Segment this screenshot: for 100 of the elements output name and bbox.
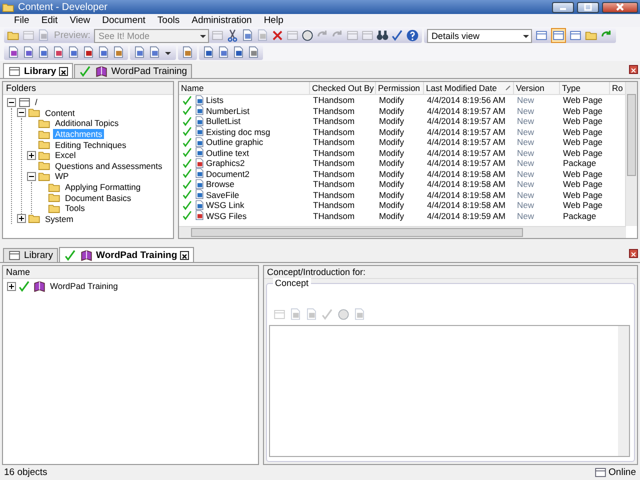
menu-item[interactable]: Administration bbox=[186, 15, 258, 26]
table-cell[interactable]: BulletList bbox=[179, 116, 310, 126]
web-page-icon bbox=[194, 136, 205, 148]
copy-icon[interactable] bbox=[241, 29, 254, 42]
table-cell[interactable]: WSG Link bbox=[179, 200, 310, 210]
column-header[interactable]: Type bbox=[560, 82, 610, 95]
table-cell[interactable]: Lists bbox=[179, 95, 310, 106]
folder-item[interactable]: Additional Topics bbox=[53, 118, 121, 128]
table-cell-text: Modify bbox=[378, 95, 406, 106]
close-button[interactable] bbox=[602, 2, 638, 12]
folder-item[interactable]: Excel bbox=[53, 150, 78, 160]
table-cell[interactable]: NumberList bbox=[179, 106, 310, 116]
tab[interactable]: Library bbox=[3, 63, 74, 78]
vertical-scrollbar[interactable] bbox=[625, 82, 637, 226]
expand-toggle[interactable] bbox=[27, 150, 36, 160]
document-icon[interactable] bbox=[67, 46, 80, 59]
document-icon[interactable] bbox=[22, 46, 35, 59]
help-icon[interactable] bbox=[406, 29, 420, 42]
tab[interactable]: WordPad Training bbox=[74, 64, 192, 78]
layout-button[interactable] bbox=[551, 28, 566, 43]
document-icon[interactable] bbox=[7, 46, 20, 59]
table-cell[interactable]: Existing doc msg bbox=[179, 126, 310, 137]
column-header[interactable]: Permission bbox=[376, 82, 424, 95]
column-header: Folders bbox=[3, 82, 173, 95]
table-cell[interactable]: WSG Files bbox=[179, 210, 310, 221]
table-cell-text: Modify bbox=[378, 200, 406, 210]
folder-item[interactable]: System bbox=[43, 214, 76, 224]
table-cell[interactable]: Graphics2 bbox=[179, 158, 310, 168]
table-cell-text: Package bbox=[562, 210, 598, 221]
column-header[interactable]: Last Modified Date bbox=[424, 82, 514, 95]
check-icon bbox=[182, 147, 193, 158]
menu-item[interactable]: Tools bbox=[151, 15, 186, 26]
document-icon[interactable] bbox=[247, 46, 260, 59]
folder-item[interactable]: Editing Techniques bbox=[53, 140, 128, 150]
check-icon bbox=[182, 178, 193, 190]
document-icon[interactable] bbox=[181, 46, 194, 59]
table-cell-text: THandsom bbox=[312, 148, 356, 158]
table-cell[interactable]: Outline graphic bbox=[179, 137, 310, 148]
expand-toggle[interactable] bbox=[7, 98, 16, 107]
menu-item[interactable]: Help bbox=[258, 15, 290, 26]
minimize-button[interactable] bbox=[552, 2, 574, 12]
tab[interactable]: WordPad Training bbox=[59, 247, 194, 262]
table-cell-text: 4/4/2014 8:19:57 AM bbox=[426, 126, 506, 137]
folder-item[interactable]: / bbox=[33, 97, 40, 108]
outline-item[interactable]: WordPad Training bbox=[48, 281, 120, 292]
folder-item[interactable]: Applying Formatting bbox=[63, 182, 143, 192]
expand-toggle[interactable] bbox=[27, 172, 36, 181]
table-cell-text: 4/4/2014 8:19:58 AM bbox=[426, 200, 506, 210]
table-cell-text: Web Page bbox=[562, 106, 604, 116]
column-header[interactable]: Ro bbox=[610, 82, 626, 95]
close-pane-button[interactable] bbox=[629, 65, 638, 74]
table-cell-text: New bbox=[516, 95, 536, 106]
menu-item[interactable]: Edit bbox=[35, 15, 64, 26]
menu-item[interactable]: View bbox=[64, 15, 96, 26]
scissors-icon[interactable] bbox=[226, 29, 240, 42]
expand-toggle[interactable] bbox=[17, 108, 26, 118]
close-tab-button[interactable] bbox=[180, 250, 190, 260]
tab[interactable]: Library bbox=[3, 248, 58, 262]
binoculars-icon[interactable] bbox=[376, 29, 390, 42]
document-icon[interactable] bbox=[97, 46, 110, 59]
maximize-button[interactable] bbox=[577, 2, 599, 12]
table-cell-text: Modify bbox=[378, 210, 406, 221]
folder-item[interactable]: Questions and Assessments bbox=[53, 160, 164, 171]
folder-item[interactable]: Content bbox=[43, 108, 77, 118]
table-cell[interactable]: SaveFile bbox=[179, 190, 310, 200]
open-folder-icon[interactable] bbox=[7, 29, 20, 42]
layout-button[interactable] bbox=[534, 28, 550, 43]
document-icon[interactable] bbox=[82, 46, 95, 59]
folder-item[interactable]: Document Basics bbox=[63, 192, 134, 203]
table-cell[interactable]: Document2 bbox=[179, 168, 310, 179]
expand-toggle[interactable] bbox=[7, 282, 16, 291]
table-cell-text: THandsom bbox=[312, 126, 356, 137]
expand-toggle[interactable] bbox=[17, 214, 26, 224]
table-cell[interactable]: Browse bbox=[179, 179, 310, 190]
menu-item[interactable]: File bbox=[8, 15, 36, 26]
folder-item[interactable]: Tools bbox=[63, 203, 87, 214]
document-icon[interactable] bbox=[217, 46, 230, 59]
table-cell-text: 4/4/2014 8:19:57 AM bbox=[426, 106, 506, 116]
table-cell-text: New bbox=[516, 148, 536, 158]
check-icon bbox=[182, 94, 193, 106]
document-icon[interactable] bbox=[37, 46, 50, 59]
view-dropdown[interactable]: Details view bbox=[427, 28, 532, 42]
package-icon bbox=[194, 210, 205, 222]
column-header[interactable]: Name bbox=[179, 82, 310, 95]
layout-button[interactable] bbox=[568, 28, 584, 43]
check-icon bbox=[182, 105, 193, 116]
close-tab-button[interactable] bbox=[59, 66, 68, 76]
close-pane-button[interactable] bbox=[629, 249, 638, 258]
column-header[interactable]: Version bbox=[514, 82, 560, 95]
delete-icon[interactable] bbox=[271, 29, 284, 42]
book-icon bbox=[95, 65, 108, 78]
document-icon[interactable] bbox=[52, 46, 65, 59]
horizontal-scrollbar[interactable] bbox=[179, 226, 626, 238]
table-cell[interactable]: Outline text bbox=[179, 148, 310, 158]
menu-item[interactable]: Document bbox=[96, 15, 152, 26]
document-icon[interactable] bbox=[112, 46, 125, 59]
column-header[interactable]: Checked Out By bbox=[310, 82, 376, 95]
folder-item[interactable]: WP bbox=[53, 171, 71, 182]
check-icon bbox=[182, 136, 193, 148]
table-cell-text: THandsom bbox=[312, 168, 356, 179]
